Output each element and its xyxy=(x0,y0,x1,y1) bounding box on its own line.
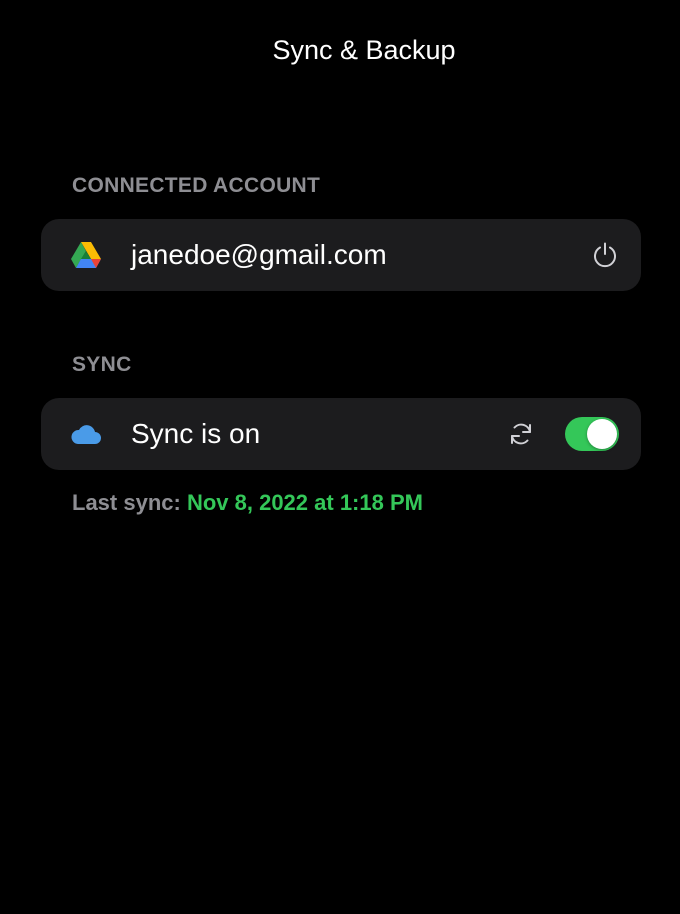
sync-section-label: SYNC xyxy=(72,353,132,376)
cloud-icon xyxy=(70,418,102,450)
refresh-icon[interactable] xyxy=(505,418,537,450)
last-sync-value: Nov 8, 2022 at 1:18 PM xyxy=(186,490,423,515)
power-icon[interactable] xyxy=(589,239,621,271)
connected-account-label: CONNECTED ACCOUNT xyxy=(72,174,321,197)
account-card: janedoe@gmail.com xyxy=(41,219,641,291)
toggle-knob xyxy=(587,419,617,449)
sync-toggle[interactable] xyxy=(565,417,619,451)
last-sync-info: Last sync: Nov 8, 2022 at 1:18 PM xyxy=(72,488,423,518)
sync-card: Sync is on xyxy=(41,398,641,470)
page-title: Sync & Backup xyxy=(272,35,456,65)
sync-status-text: Sync is on xyxy=(131,418,261,449)
account-email: janedoe@gmail.com xyxy=(131,239,387,270)
last-sync-label: Last sync: xyxy=(72,490,181,515)
google-drive-icon xyxy=(70,239,102,271)
